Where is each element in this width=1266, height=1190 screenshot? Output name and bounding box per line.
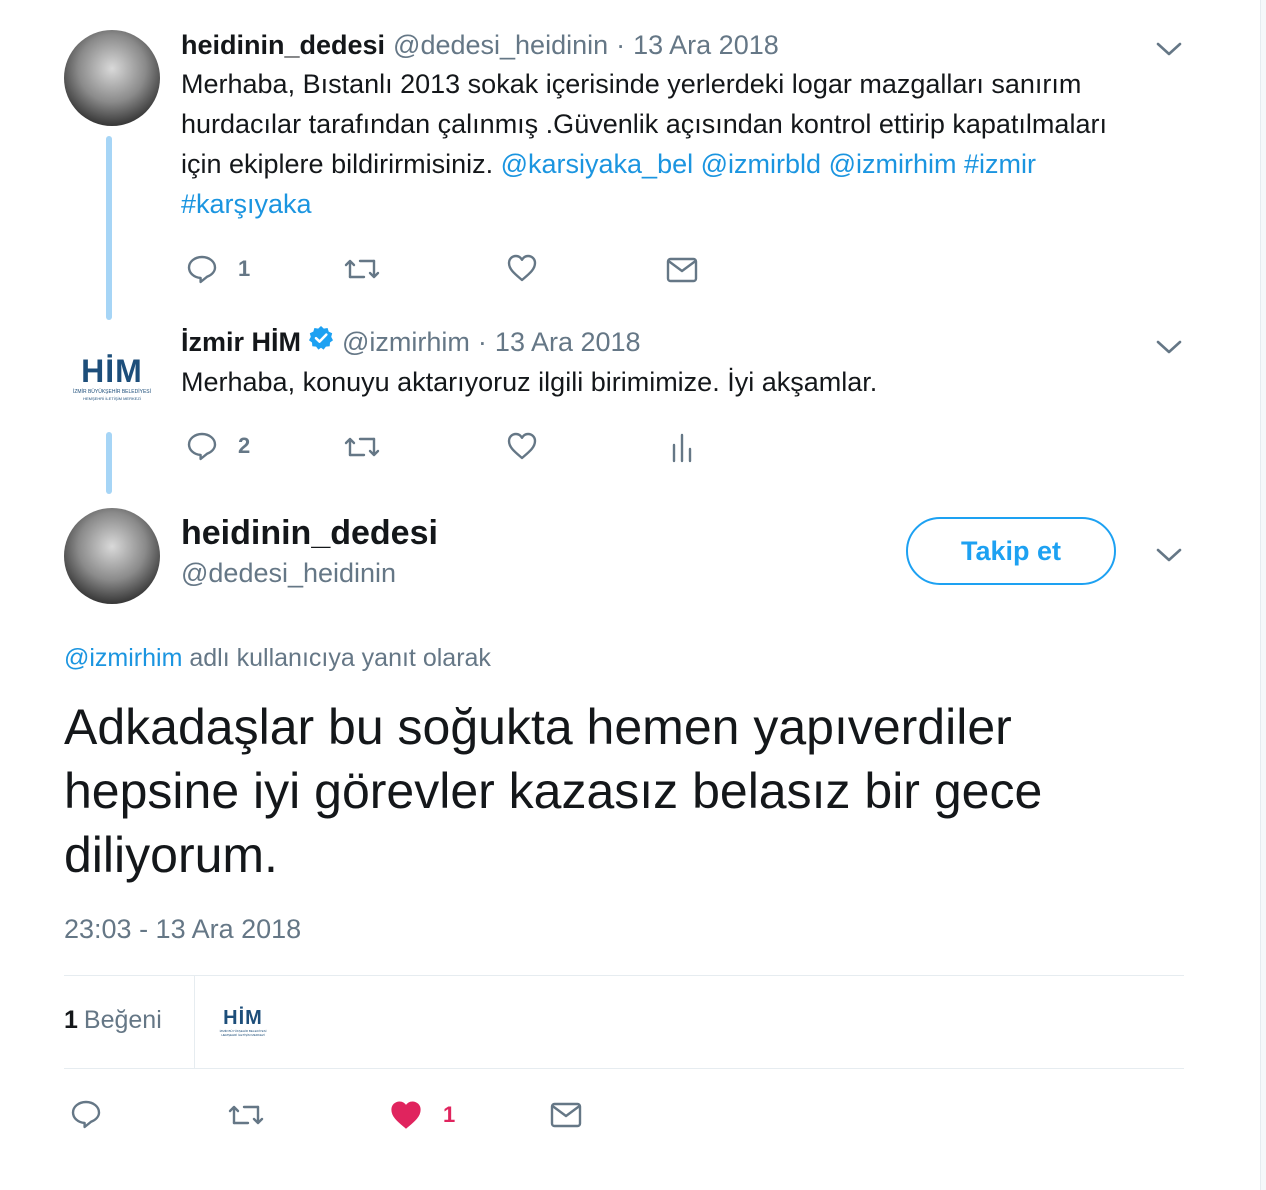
hashtag-link[interactable]: #izmir xyxy=(964,149,1036,179)
retweet-icon xyxy=(344,255,380,283)
separator: · xyxy=(477,327,487,357)
mention-link[interactable]: @izmirbld xyxy=(701,149,821,179)
divider xyxy=(194,976,195,1068)
thread-connector xyxy=(106,432,112,494)
tweet-text-line: #karşıyaka xyxy=(181,184,1171,224)
tweet-text-line: hurdacılar tarafından çalınmış .Güvenlik… xyxy=(181,109,1107,139)
like-button[interactable]: 1 xyxy=(389,1099,455,1131)
likes-count: 1 xyxy=(64,1006,78,1034)
reply-icon xyxy=(186,430,218,462)
likes-stat[interactable]: 1 Beğeni xyxy=(64,1006,162,1035)
focus-tweet-text: Adkadaşlar bu soğukta hemen yapıverdiler… xyxy=(64,699,1043,883)
analytics-icon xyxy=(670,431,694,463)
retweet-icon xyxy=(228,1101,264,1129)
tweet-text-line: için ekiplere bildirirmisiniz. @karsiyak… xyxy=(181,144,1171,184)
message-icon xyxy=(550,1101,582,1129)
like-icon xyxy=(506,253,538,283)
tweet-text-line: Merhaba, Bıstanlı 2013 sokak içerisinde … xyxy=(181,69,1082,99)
chevron-down-icon[interactable] xyxy=(1156,547,1182,563)
author-name[interactable]: İzmir HİM xyxy=(181,327,301,358)
mention-link[interactable]: @izmirhim xyxy=(64,644,182,672)
liked-heart-icon xyxy=(389,1099,423,1131)
avatar[interactable]: HİM İZMİR BÜYÜKŞEHİR BELEDİYESİ HEMŞEHRİ… xyxy=(64,330,160,426)
like-button[interactable] xyxy=(506,431,538,461)
divider xyxy=(64,975,1184,976)
him-logo-subtitle: İZMİR BÜYÜKŞEHİR BELEDİYESİ xyxy=(72,389,152,395)
thread-connector xyxy=(106,136,112,320)
reply-button[interactable]: 2 xyxy=(186,430,250,462)
retweet-icon xyxy=(344,433,380,461)
reply-button[interactable]: 1 xyxy=(186,253,250,285)
tweet-header: İzmir HİM @izmirhim · 13 Ara 2018 xyxy=(181,325,641,358)
reply-context-text: adlı kullanıcıya yanıt olarak xyxy=(182,644,491,672)
divider xyxy=(64,1068,1184,1069)
analytics-button[interactable] xyxy=(670,431,694,463)
tweet-timestamp[interactable]: 23:03 - 13 Ara 2018 xyxy=(64,914,301,945)
chevron-down-icon[interactable] xyxy=(1156,41,1182,57)
message-icon xyxy=(666,256,698,284)
hashtag-link[interactable]: #karşıyaka xyxy=(181,189,312,219)
author-name[interactable]: heidinin_dedesi xyxy=(181,30,385,61)
author-name[interactable]: heidinin_dedesi xyxy=(181,514,438,553)
author-handle[interactable]: @izmirhim xyxy=(342,327,470,358)
like-count: 1 xyxy=(443,1102,456,1127)
like-button[interactable] xyxy=(506,253,538,283)
tweet-text: Merhaba, konuyu aktarıyoruz ilgili birim… xyxy=(181,367,878,397)
author-handle[interactable]: @dedesi_heidinin xyxy=(181,558,396,589)
likes-label: Beğeni xyxy=(83,1006,162,1034)
him-logo: HİM İZMİR BÜYÜKŞEHİR BELEDİYESİ HEMŞEHRİ… xyxy=(220,1008,267,1037)
tweet-header: heidinin_dedesi @dedesi_heidinin · 13 Ar… xyxy=(181,30,779,61)
reply-icon xyxy=(186,253,218,285)
verified-badge-icon xyxy=(308,325,334,351)
separator: · xyxy=(616,30,626,60)
avatar[interactable] xyxy=(64,508,160,604)
reply-button[interactable] xyxy=(70,1098,102,1130)
mention-link[interactable]: @izmirhim xyxy=(829,149,957,179)
him-logo-subtitle: HEMŞEHRİ İLETİŞİM MERKEZİ xyxy=(83,396,141,401)
reply-count: 2 xyxy=(238,433,251,458)
author-handle[interactable]: @dedesi_heidinin xyxy=(393,30,608,61)
avatar[interactable] xyxy=(64,30,160,126)
retweet-button[interactable] xyxy=(228,1101,264,1129)
retweet-button[interactable] xyxy=(344,433,380,461)
message-button[interactable] xyxy=(550,1101,582,1129)
reply-context: @izmirhim adlı kullanıcıya yanıt olarak xyxy=(64,644,491,673)
like-icon xyxy=(506,431,538,461)
chevron-down-icon[interactable] xyxy=(1156,339,1182,355)
retweet-button[interactable] xyxy=(344,255,380,283)
message-button[interactable] xyxy=(666,256,698,284)
reply-icon xyxy=(70,1098,102,1130)
tweet-text: Merhaba, Bıstanlı 2013 sokak içerisinde … xyxy=(181,64,1171,224)
window-edge xyxy=(1260,0,1266,1190)
tweet-date[interactable]: 13 Ara 2018 xyxy=(495,327,641,358)
tweet-date[interactable]: 13 Ara 2018 xyxy=(633,30,779,61)
him-logo-letters: HİM xyxy=(223,1006,263,1029)
mention-link[interactable]: @karsiyaka_bel xyxy=(501,149,694,179)
him-logo: HİM İZMİR BÜYÜKŞEHİR BELEDİYESİ HEMŞEHRİ… xyxy=(73,355,151,401)
reply-count: 1 xyxy=(238,256,251,281)
him-logo-subtitle: HEMŞEHRİ İLETİŞİM MERKEZİ xyxy=(221,1032,265,1037)
tweet-text-fragment: için ekiplere bildirirmisiniz. xyxy=(181,149,494,179)
follow-button[interactable]: Takip et xyxy=(906,517,1116,585)
him-logo-letters: HİM xyxy=(81,353,143,389)
liker-avatar[interactable]: HİM İZMİR BÜYÜKŞEHİR BELEDİYESİ HEMŞEHRİ… xyxy=(218,1002,268,1042)
